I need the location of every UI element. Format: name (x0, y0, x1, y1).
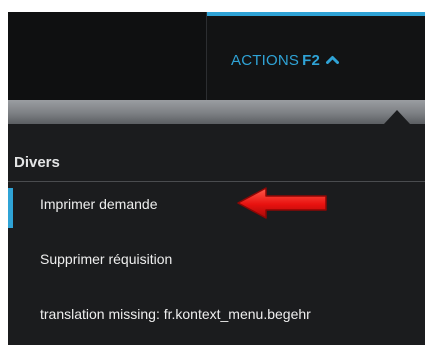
chevron-up-icon (325, 51, 339, 68)
actions-label-text: ACTIONS (231, 52, 300, 69)
section-title: Divers (14, 154, 60, 171)
menu-item-label: Supprimer réquisition (40, 251, 173, 267)
actions-shortcut-key: F2 (302, 52, 320, 69)
toolbar: ACTIONS F2 (8, 12, 425, 100)
dropdown-pointer-notch (384, 110, 410, 124)
menu-divider-band (8, 100, 425, 124)
section-header-divers: Divers (8, 148, 425, 182)
active-item-indicator (8, 188, 13, 228)
active-tab-accent (207, 12, 425, 16)
menu-item-translation-missing[interactable]: translation missing: fr.kontext_menu.beg… (8, 295, 425, 335)
actions-menu-label: ACTIONS F2 (231, 52, 339, 70)
menu-item-label: Imprimer demande (40, 196, 158, 212)
red-arrow-annotation (236, 185, 330, 226)
actions-dropdown-menu: Divers Imprimer demande Supprimer réquis… (8, 124, 425, 345)
actions-dropdown-window: ACTIONS F2 Divers Imprimer demande Suppri… (8, 12, 425, 345)
menu-item-delete-requisition[interactable]: Supprimer réquisition (8, 240, 425, 280)
actions-menu-button[interactable]: ACTIONS F2 (206, 12, 425, 100)
menu-item-label: translation missing: fr.kontext_menu.beg… (40, 306, 311, 322)
menu-item-print-request[interactable]: Imprimer demande (8, 185, 425, 228)
